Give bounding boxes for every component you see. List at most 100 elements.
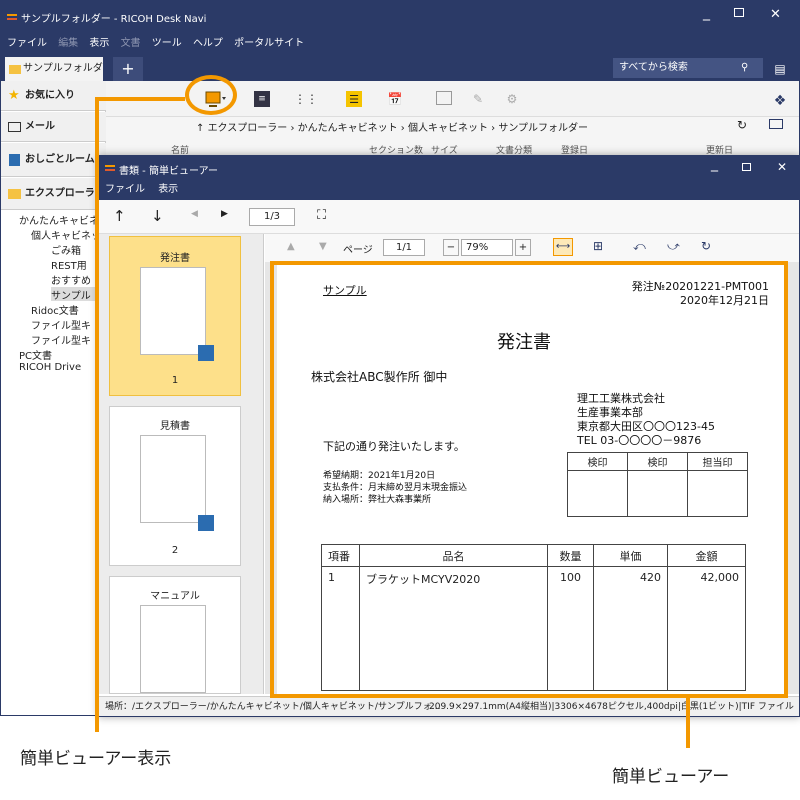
next-doc-icon[interactable]: ▶: [221, 209, 228, 219]
minimize-icon[interactable]: _: [711, 156, 718, 172]
arrow-down-icon[interactable]: ↓: [151, 207, 164, 225]
thumbnail-2[interactable]: 見積書 2: [109, 406, 241, 566]
tree-item[interactable]: Ridoc文書: [31, 302, 79, 317]
thumbnail-panel: 発注書 1 見積書 2 マニュアル: [99, 234, 264, 694]
close-icon[interactable]: ✕: [777, 160, 787, 174]
thumbnail-3[interactable]: マニュアル: [109, 576, 241, 694]
details-view-icon[interactable]: ☰: [346, 91, 362, 107]
breadcrumb-item[interactable]: サンプルフォルダー: [498, 123, 588, 134]
breadcrumb-item[interactable]: かんたんキャビネット: [298, 123, 398, 134]
sidebar-explorer-label: エクスプローラー: [25, 188, 105, 199]
sidebar-work-room[interactable]: おしごとルーム: [1, 143, 106, 177]
tree-item[interactable]: ファイル型キ: [31, 317, 91, 332]
zoom-out-button[interactable]: −: [443, 239, 459, 256]
callout-line-left: [95, 97, 99, 732]
main-menubar: ファイル 編集 表示 文書 ツール ヘルプ ポータルサイト: [1, 33, 799, 55]
main-window-title: サンプルフォルダー - RICOH Desk Navi: [21, 14, 207, 25]
doc-counter[interactable]: 1/3: [249, 208, 295, 226]
search-box[interactable]: すべてから検索 ⚲: [613, 58, 763, 78]
breadcrumb-up-icon[interactable]: ↑: [196, 123, 208, 134]
refresh-icon[interactable]: ↻: [737, 118, 747, 132]
callout-line-right: [686, 698, 690, 748]
tree-item[interactable]: ファイル型キ: [31, 332, 91, 347]
callout-label-left: 簡単ビューアー表示: [20, 749, 172, 769]
callout-line-left: [95, 97, 185, 101]
thumbnail-image: [140, 267, 206, 355]
folder-icon: [9, 65, 21, 74]
viewer-titlebar: 書類 - 簡単ビューアー _ ✕: [99, 156, 799, 180]
rotate-right-icon[interactable]: ⤻: [667, 239, 680, 254]
viewer-menu-file[interactable]: ファイル: [105, 184, 145, 195]
menu-file[interactable]: ファイル: [7, 33, 47, 55]
list-view-icon[interactable]: ≡: [254, 91, 270, 107]
sidebar-favorites[interactable]: ★ お気に入り: [1, 81, 106, 111]
minimize-icon[interactable]: _: [703, 5, 710, 21]
calendar-icon[interactable]: 📅: [386, 91, 404, 107]
app-icon: [105, 163, 115, 173]
menu-edit[interactable]: 編集: [58, 33, 78, 55]
page-up-icon[interactable]: ▲: [287, 241, 295, 252]
tree-item[interactable]: おすすめ: [51, 272, 91, 287]
tool-icon[interactable]: ⚙: [504, 91, 520, 107]
edit-icon[interactable]: ✎: [470, 91, 486, 107]
tree-item[interactable]: PC文書: [19, 347, 52, 362]
tab-sample-folder[interactable]: サンプルフォルダー: [5, 57, 103, 98]
thumbnail-title: 発注書: [160, 253, 190, 264]
panel-icon[interactable]: ▤: [769, 57, 791, 81]
tab-bar: サンプルフォルダー + すべてから検索 ⚲ ▤: [1, 55, 799, 98]
menu-document[interactable]: 文書: [121, 33, 141, 55]
viewer-page-highlight: [270, 261, 788, 698]
breadcrumb: ↑ エクスプローラー › かんたんキャビネット › 個人キャビネット › サンプ…: [196, 123, 589, 134]
breadcrumb-item[interactable]: 個人キャビネット: [408, 123, 488, 134]
main-titlebar: サンプルフォルダー - RICOH Desk Navi _ ✕: [1, 1, 799, 33]
app-icon: [7, 12, 17, 22]
sidebar-explorer[interactable]: エクスプローラー: [1, 178, 106, 210]
sidebar: ★ お気に入り メール おしごとルーム エクスプローラー かんたんキャビネット …: [1, 81, 119, 715]
prev-doc-icon[interactable]: ◀: [191, 209, 198, 219]
page-input[interactable]: 1/1: [383, 239, 425, 256]
status-bar: 場所：/エクスプローラー/かんたんキャビネット/個人キャビネット/サンプルフォ……: [99, 696, 799, 716]
viewer-button-highlight: [185, 75, 237, 115]
menu-portal[interactable]: ポータルサイト: [234, 33, 304, 55]
close-icon[interactable]: ✕: [770, 7, 781, 22]
sidebar-mail[interactable]: メール: [1, 112, 106, 142]
menu-view[interactable]: 表示: [89, 33, 109, 55]
viewer-menu-view[interactable]: 表示: [158, 184, 178, 195]
tree-item[interactable]: REST用: [51, 257, 87, 272]
breadcrumb-item[interactable]: エクスプローラー: [208, 123, 288, 134]
callout-label-right: 簡単ビューアー: [612, 767, 730, 787]
thumbnail-title: マニュアル: [150, 591, 200, 602]
viewer-menubar: ファイル 表示: [99, 180, 799, 200]
page-label: ページ: [343, 245, 373, 256]
window-icon[interactable]: [436, 91, 452, 105]
add-tab-button[interactable]: +: [113, 57, 143, 81]
zoom-select[interactable]: 79%: [461, 239, 513, 256]
sidebar-work-room-label: おしごとルーム: [25, 154, 95, 165]
menu-tools[interactable]: ツール: [152, 33, 182, 55]
status-path: 場所：/エクスプローラー/かんたんキャビネット/個人キャビネット/サンプルフォ…: [105, 702, 441, 712]
thumbnail-number: 2: [171, 545, 179, 556]
maximize-icon[interactable]: [742, 163, 751, 171]
stack-icon[interactable]: ❖: [771, 93, 789, 109]
search-label: すべてから検索: [619, 62, 688, 73]
fit-screen-icon[interactable]: ⛶: [317, 208, 326, 223]
zoom-in-button[interactable]: +: [515, 239, 531, 256]
arrow-up-icon[interactable]: ↑: [113, 207, 126, 225]
status-info: 209.9×297.1mm(A4縦相当)|3306×4678ピクセル,400dp…: [429, 702, 794, 712]
page-down-icon[interactable]: ▼: [319, 241, 327, 252]
thumbnail-image: [140, 435, 206, 523]
grid-view-icon[interactable]: ⋮⋮: [294, 91, 318, 107]
room-icon: [9, 154, 20, 166]
menu-help[interactable]: ヘルプ: [193, 33, 223, 55]
fit-width-icon[interactable]: ⟷: [553, 238, 573, 256]
tree-item[interactable]: ごみ箱: [51, 242, 81, 257]
star-icon: ★: [8, 88, 20, 103]
rotate-left-icon[interactable]: ⤺: [633, 239, 646, 254]
rotate-180-icon[interactable]: ↻: [701, 239, 711, 253]
thumbnail-1[interactable]: 発注書 1: [109, 236, 241, 396]
search-icon[interactable]: ⚲: [741, 58, 748, 78]
tree-item[interactable]: RICOH Drive: [19, 362, 81, 373]
fit-page-icon[interactable]: ⊞: [593, 239, 603, 253]
maximize-icon[interactable]: [734, 8, 744, 17]
mail-side-icon[interactable]: [769, 119, 783, 129]
